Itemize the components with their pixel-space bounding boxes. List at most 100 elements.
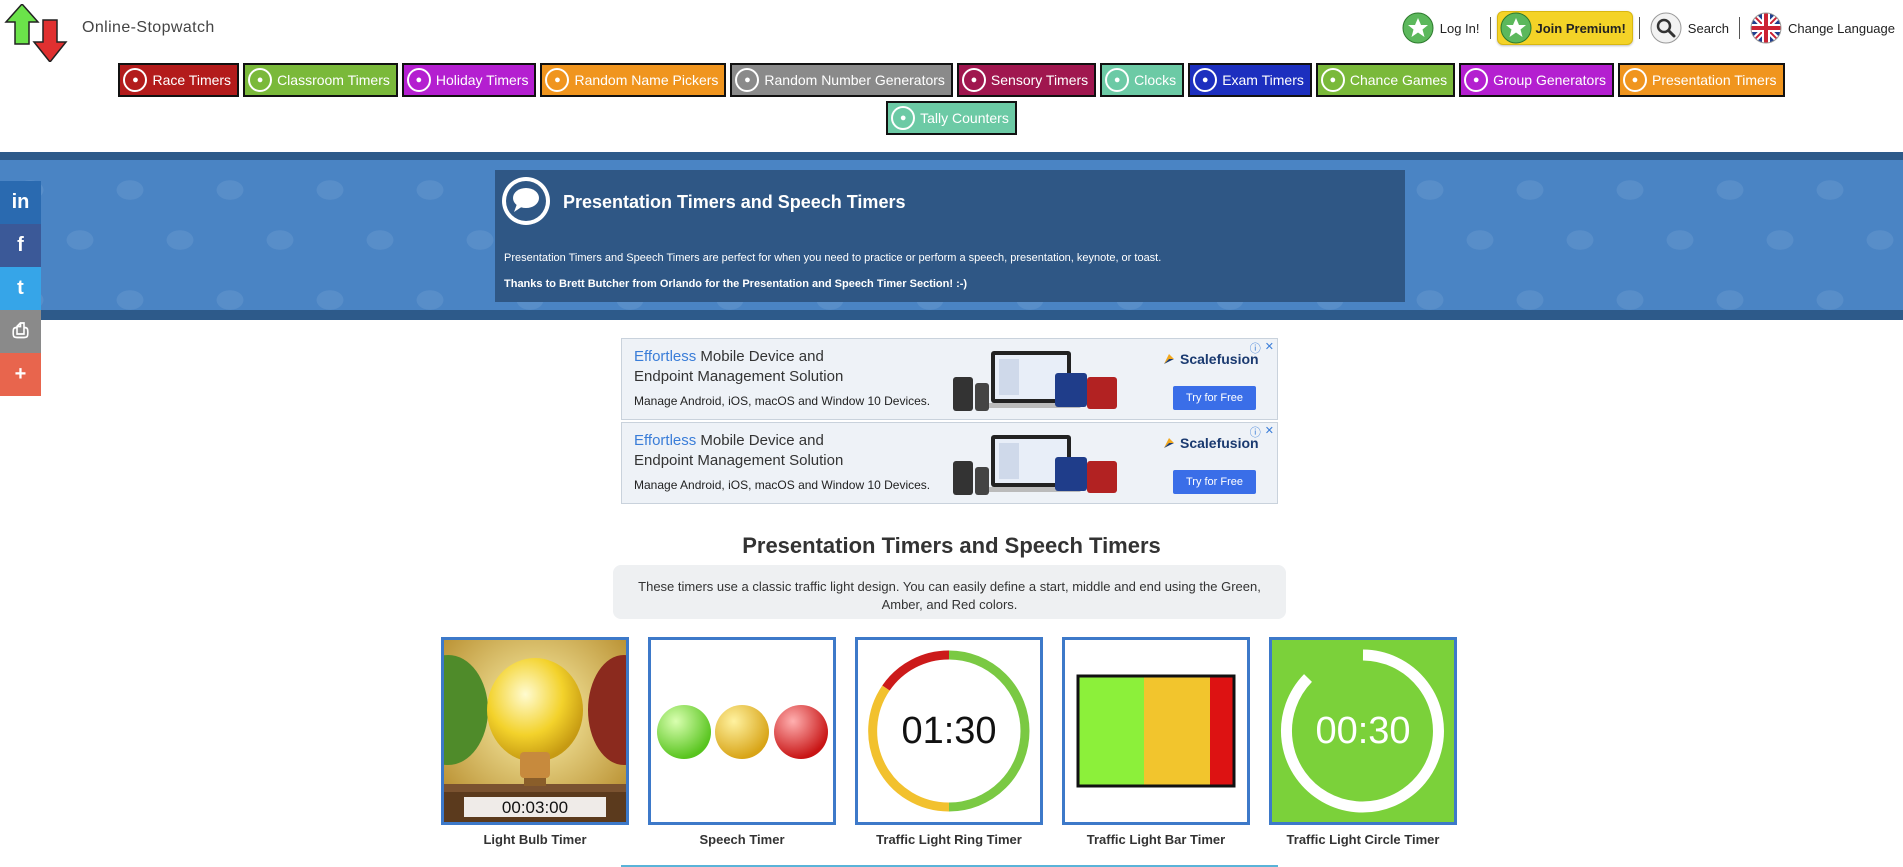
exam-timers-icon: ●	[1193, 68, 1218, 92]
category-chance-games[interactable]: ● Chance Games	[1315, 63, 1456, 97]
timer-card-speech[interactable]: Speech Timer	[648, 637, 836, 847]
site-logo-icon[interactable]	[4, 4, 76, 62]
star-icon	[1402, 12, 1434, 44]
category-label: Chance Games	[1349, 72, 1448, 88]
header-actions: Log In! Join Premium! Search Change Lang…	[1398, 10, 1899, 46]
category-holiday-timers[interactable]: ● Holiday Timers	[401, 63, 537, 97]
category-group-generators[interactable]: ● Group Generators	[1459, 63, 1614, 97]
classroom-timers-icon: ●	[248, 68, 273, 92]
login-label: Log In!	[1439, 20, 1480, 36]
category-random-number-generators[interactable]: ● Random Number Generators	[730, 63, 953, 97]
ad-cta-button[interactable]: Try for Free	[1173, 470, 1256, 494]
timer-thumbnail[interactable]: 00:30	[1269, 637, 1457, 825]
group-generators-icon: ●	[1464, 68, 1489, 92]
category-label: Group Generators	[1493, 72, 1606, 88]
timer-card-traffic-light-bar[interactable]: Traffic Light Bar Timer	[1062, 637, 1250, 847]
timer-thumbnail[interactable]	[1062, 637, 1250, 825]
category-label: Clocks	[1134, 72, 1177, 88]
search-label: Search	[1687, 20, 1729, 36]
login-button[interactable]: Log In!	[1398, 11, 1484, 45]
divider	[1489, 17, 1491, 39]
category-label: Sensory Timers	[990, 72, 1089, 88]
uk-flag-icon	[1750, 12, 1782, 44]
chance-games-icon: ●	[1320, 68, 1345, 92]
ad-cta-button[interactable]: Try for Free	[1173, 386, 1256, 410]
join-premium-button[interactable]: Join Premium!	[1496, 11, 1633, 45]
search-icon	[1650, 12, 1682, 44]
ad-headline[interactable]: Effortless Mobile Device and Endpoint Man…	[634, 431, 843, 471]
category-race-timers[interactable]: ● Race Timers	[118, 63, 240, 97]
category-sensory-timers[interactable]: ● Sensory Timers	[956, 63, 1097, 97]
linkedin-icon[interactable]: in	[0, 181, 41, 224]
scalefusion-logo-icon	[1164, 438, 1174, 448]
category-clocks[interactable]: ● Clocks	[1100, 63, 1185, 97]
ad-headline-line2: Endpoint Management Solution	[634, 452, 844, 469]
search-button[interactable]: Search	[1646, 11, 1733, 45]
timer-display: 01:30	[901, 710, 997, 752]
traffic-lights-icon	[657, 705, 828, 759]
timer-thumbnail[interactable]: 01:30	[855, 637, 1043, 825]
timer-card-traffic-light-ring[interactable]: 01:30 Traffic Light Ring Timer	[855, 637, 1043, 847]
category-exam-timers[interactable]: ● Exam Timers	[1188, 63, 1312, 97]
timer-caption[interactable]: Light Bulb Timer	[441, 832, 629, 847]
timer-caption[interactable]: Traffic Light Circle Timer	[1269, 832, 1457, 847]
ad-info-icon[interactable]: ⓘ	[1250, 340, 1261, 356]
ad-headline-text: Mobile Device and	[696, 348, 824, 365]
timer-card-light-bulb[interactable]: 00:03:00 Light Bulb Timer	[441, 637, 629, 847]
star-icon	[1500, 12, 1531, 44]
timer-card-traffic-light-circle[interactable]: 00:30 Traffic Light Circle Timer	[1269, 637, 1457, 847]
ad-subtext: Manage Android, iOS, macOS and Window 10…	[634, 394, 931, 408]
twitter-icon[interactable]: t	[0, 267, 41, 310]
presentation-timers-icon: ●	[1623, 68, 1647, 92]
section-description: These timers use a classic traffic light…	[613, 565, 1286, 619]
ad-brand-label: Scalefusion	[1180, 435, 1259, 451]
ad-headline-text: Mobile Device and	[696, 432, 824, 449]
category-label: Classroom Timers	[277, 72, 390, 88]
ad-brand[interactable]: Scalefusion	[1162, 435, 1259, 451]
ad-info-icon[interactable]: ⓘ	[1250, 424, 1261, 440]
category-label: Exam Timers	[1222, 72, 1304, 88]
ad-brand-label: Scalefusion	[1180, 351, 1259, 367]
category-label: Race Timers	[152, 72, 232, 88]
close-icon[interactable]: ✕	[1265, 340, 1274, 356]
timer-thumbnail[interactable]	[648, 637, 836, 825]
site-name[interactable]: Online-Stopwatch	[82, 19, 215, 37]
ad-headline-highlight: Effortless	[634, 348, 697, 365]
more-icon[interactable]: +	[0, 353, 41, 396]
category-presentation-timers[interactable]: ● Presentation Timers	[1618, 63, 1785, 97]
divider	[1739, 17, 1740, 39]
category-label: Tally Counters	[920, 110, 1009, 126]
category-random-name-pickers[interactable]: ● Random Name Pickers	[540, 63, 727, 97]
ad-banner[interactable]: Effortless Mobile Device and Endpoint Man…	[621, 338, 1278, 420]
random-name-pickers-icon: ●	[545, 68, 570, 92]
category-classroom-timers[interactable]: ● Classroom Timers	[243, 63, 398, 97]
bar-timer-icon	[1076, 674, 1236, 788]
timer-caption[interactable]: Speech Timer	[648, 832, 836, 847]
timer-caption[interactable]: Traffic Light Bar Timer	[1062, 832, 1250, 847]
timer-thumbnail[interactable]: 00:03:00	[441, 637, 629, 825]
divider	[1638, 17, 1640, 39]
banner-description: Presentation Timers and Speech Timers ar…	[504, 252, 1162, 264]
timer-display: 00:03:00	[501, 798, 569, 817]
ad-brand[interactable]: Scalefusion	[1162, 351, 1259, 367]
facebook-icon[interactable]: f	[0, 224, 41, 267]
speech-bubble-icon	[502, 177, 550, 225]
banner-top-bar	[0, 152, 1903, 160]
premium-label: Join Premium!	[1535, 20, 1626, 36]
timer-grid: 00:03:00 Light Bulb Timer Speech Timer 0…	[441, 637, 1457, 847]
print-icon[interactable]: ⎙	[0, 310, 41, 353]
category-label: Random Number Generators	[764, 72, 945, 88]
change-language-button[interactable]: Change Language	[1746, 11, 1899, 45]
ad-headline-line2: Endpoint Management Solution	[634, 368, 844, 385]
section-title: Presentation Timers and Speech Timers	[742, 533, 1161, 558]
section-banner: Presentation Timers and Speech Timers Pr…	[495, 170, 1405, 302]
timer-caption[interactable]: Traffic Light Ring Timer	[855, 832, 1043, 847]
language-label: Change Language	[1788, 20, 1895, 36]
tally-counters-icon: ●	[891, 106, 916, 130]
ad-banner[interactable]: Effortless Mobile Device and Endpoint Man…	[621, 422, 1278, 504]
devices-image	[953, 435, 1117, 495]
category-nav: ● Race Timers ● Classroom Timers ● Holiday Ti…	[100, 63, 1803, 135]
ad-headline[interactable]: Effortless Mobile Device and Endpoint Man…	[634, 347, 843, 387]
category-tally-counters[interactable]: ● Tally Counters	[886, 101, 1017, 135]
close-icon[interactable]: ✕	[1265, 424, 1274, 440]
